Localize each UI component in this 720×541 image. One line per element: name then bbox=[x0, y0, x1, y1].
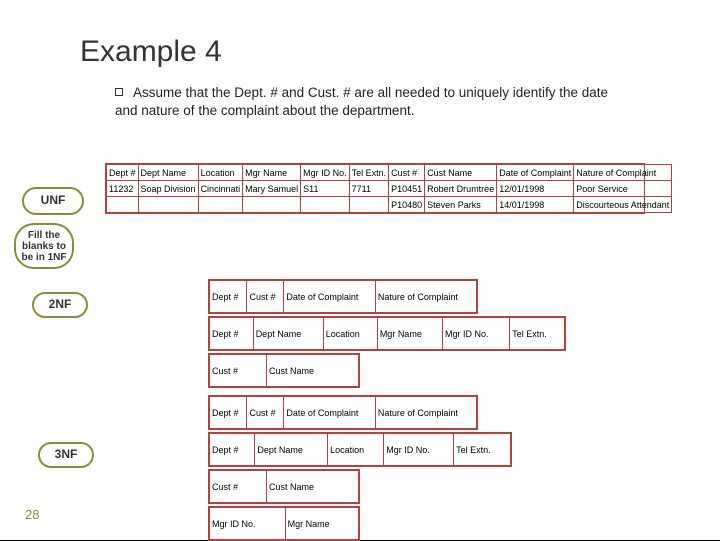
t: Dept # bbox=[210, 434, 255, 466]
t: Mgr ID No. bbox=[442, 318, 509, 350]
unf-r1c3 bbox=[243, 197, 301, 213]
label-fill: Fill the blanks to be in 1NF bbox=[14, 223, 74, 269]
unf-r0c5: 7711 bbox=[349, 181, 389, 197]
unf-r0c9: Poor Service bbox=[574, 181, 672, 197]
unf-r1c5 bbox=[349, 197, 389, 213]
unf-r0c4: S11 bbox=[301, 181, 350, 197]
unf-r0c7: Robert Drumtree bbox=[425, 181, 497, 197]
t: Date of Complaint bbox=[284, 397, 376, 429]
unf-r1c9: Discourteous Attendant bbox=[574, 197, 672, 213]
page-title: Example 4 bbox=[80, 35, 670, 69]
table-3nf-1: Dept # Cust # Date of Complaint Nature o… bbox=[208, 395, 478, 430]
t: Cust # bbox=[210, 355, 267, 387]
bullet-icon bbox=[115, 88, 123, 96]
t: Dept Name bbox=[253, 318, 323, 350]
bullet-text: Assume that the Dept. # and Cust. # are … bbox=[115, 85, 608, 118]
unf-r0c0: 11232 bbox=[107, 181, 139, 197]
t: Tel Extn. bbox=[454, 434, 511, 466]
unf-r1c2 bbox=[198, 197, 243, 213]
t: Cust Name bbox=[267, 355, 359, 387]
table-2nf-1: Dept # Cust # Date of Complaint Nature o… bbox=[208, 279, 478, 314]
t: Nature of Complaint bbox=[375, 397, 476, 429]
t: Dept # bbox=[210, 397, 247, 429]
unf-h0: Dept # bbox=[107, 165, 139, 181]
unf-h3: Mgr Name bbox=[243, 165, 301, 181]
unf-r0c8: 12/01/1998 bbox=[497, 181, 574, 197]
label-3nf: 3NF bbox=[38, 442, 94, 468]
table-3nf-2: Dept # Dept Name Location Mgr ID No. Tel… bbox=[208, 432, 512, 467]
t: Nature of Complaint bbox=[375, 281, 476, 313]
slide: Example 4 Assume that the Dept. # and Cu… bbox=[0, 0, 720, 540]
unf-r0c2: Cincinnati bbox=[198, 181, 243, 197]
t: Date of Complaint bbox=[284, 281, 376, 313]
unf-h1: Dept Name bbox=[138, 165, 198, 181]
label-2nf: 2NF bbox=[32, 292, 88, 318]
t: Dept # bbox=[210, 281, 247, 313]
unf-r1c8: 14/01/1998 bbox=[497, 197, 574, 213]
unf-r1c4 bbox=[301, 197, 350, 213]
unf-h7: Cust Name bbox=[425, 165, 497, 181]
table-2nf-2: Dept # Dept Name Location Mgr Name Mgr I… bbox=[208, 316, 566, 351]
t: Mgr Name bbox=[377, 318, 442, 350]
table-3nf-3: Cust # Cust Name bbox=[208, 469, 360, 504]
t: Location bbox=[328, 434, 384, 466]
unf-h9: Nature of Complaint bbox=[574, 165, 672, 181]
unf-r1c1 bbox=[138, 197, 198, 213]
table-unf: Dept # Dept Name Location Mgr Name Mgr I… bbox=[105, 163, 645, 214]
unf-r1c6: P10480 bbox=[389, 197, 425, 213]
unf-r1c0 bbox=[107, 197, 139, 213]
t: Mgr ID No. bbox=[210, 508, 286, 540]
t: Mgr Name bbox=[285, 508, 358, 540]
t: Cust # bbox=[210, 471, 267, 503]
main-bullet: Assume that the Dept. # and Cust. # are … bbox=[115, 84, 610, 120]
unf-r0c3: Mary Samuel bbox=[243, 181, 301, 197]
unf-h6: Cust # bbox=[389, 165, 425, 181]
label-unf: UNF bbox=[22, 187, 84, 215]
unf-r0c1: Soap Division bbox=[138, 181, 198, 197]
t: Location bbox=[323, 318, 377, 350]
t: Tel Extn. bbox=[510, 318, 565, 350]
table-3nf-4: Mgr ID No. Mgr Name bbox=[208, 506, 360, 541]
unf-r1c7: Steven Parks bbox=[425, 197, 497, 213]
table-2nf-3: Cust # Cust Name bbox=[208, 353, 360, 388]
unf-h5: Tel Extn. bbox=[349, 165, 389, 181]
t: Cust # bbox=[247, 281, 284, 313]
t: Cust # bbox=[247, 397, 284, 429]
unf-r0c6: P10451 bbox=[389, 181, 425, 197]
t: Mgr ID No. bbox=[384, 434, 454, 466]
t: Cust Name bbox=[267, 471, 359, 503]
page-number: 28 bbox=[25, 507, 39, 522]
t: Dept # bbox=[210, 318, 254, 350]
t: Dept Name bbox=[255, 434, 328, 466]
unf-h2: Location bbox=[198, 165, 243, 181]
unf-h8: Date of Complaint bbox=[497, 165, 574, 181]
unf-h4: Mgr ID No. bbox=[301, 165, 350, 181]
